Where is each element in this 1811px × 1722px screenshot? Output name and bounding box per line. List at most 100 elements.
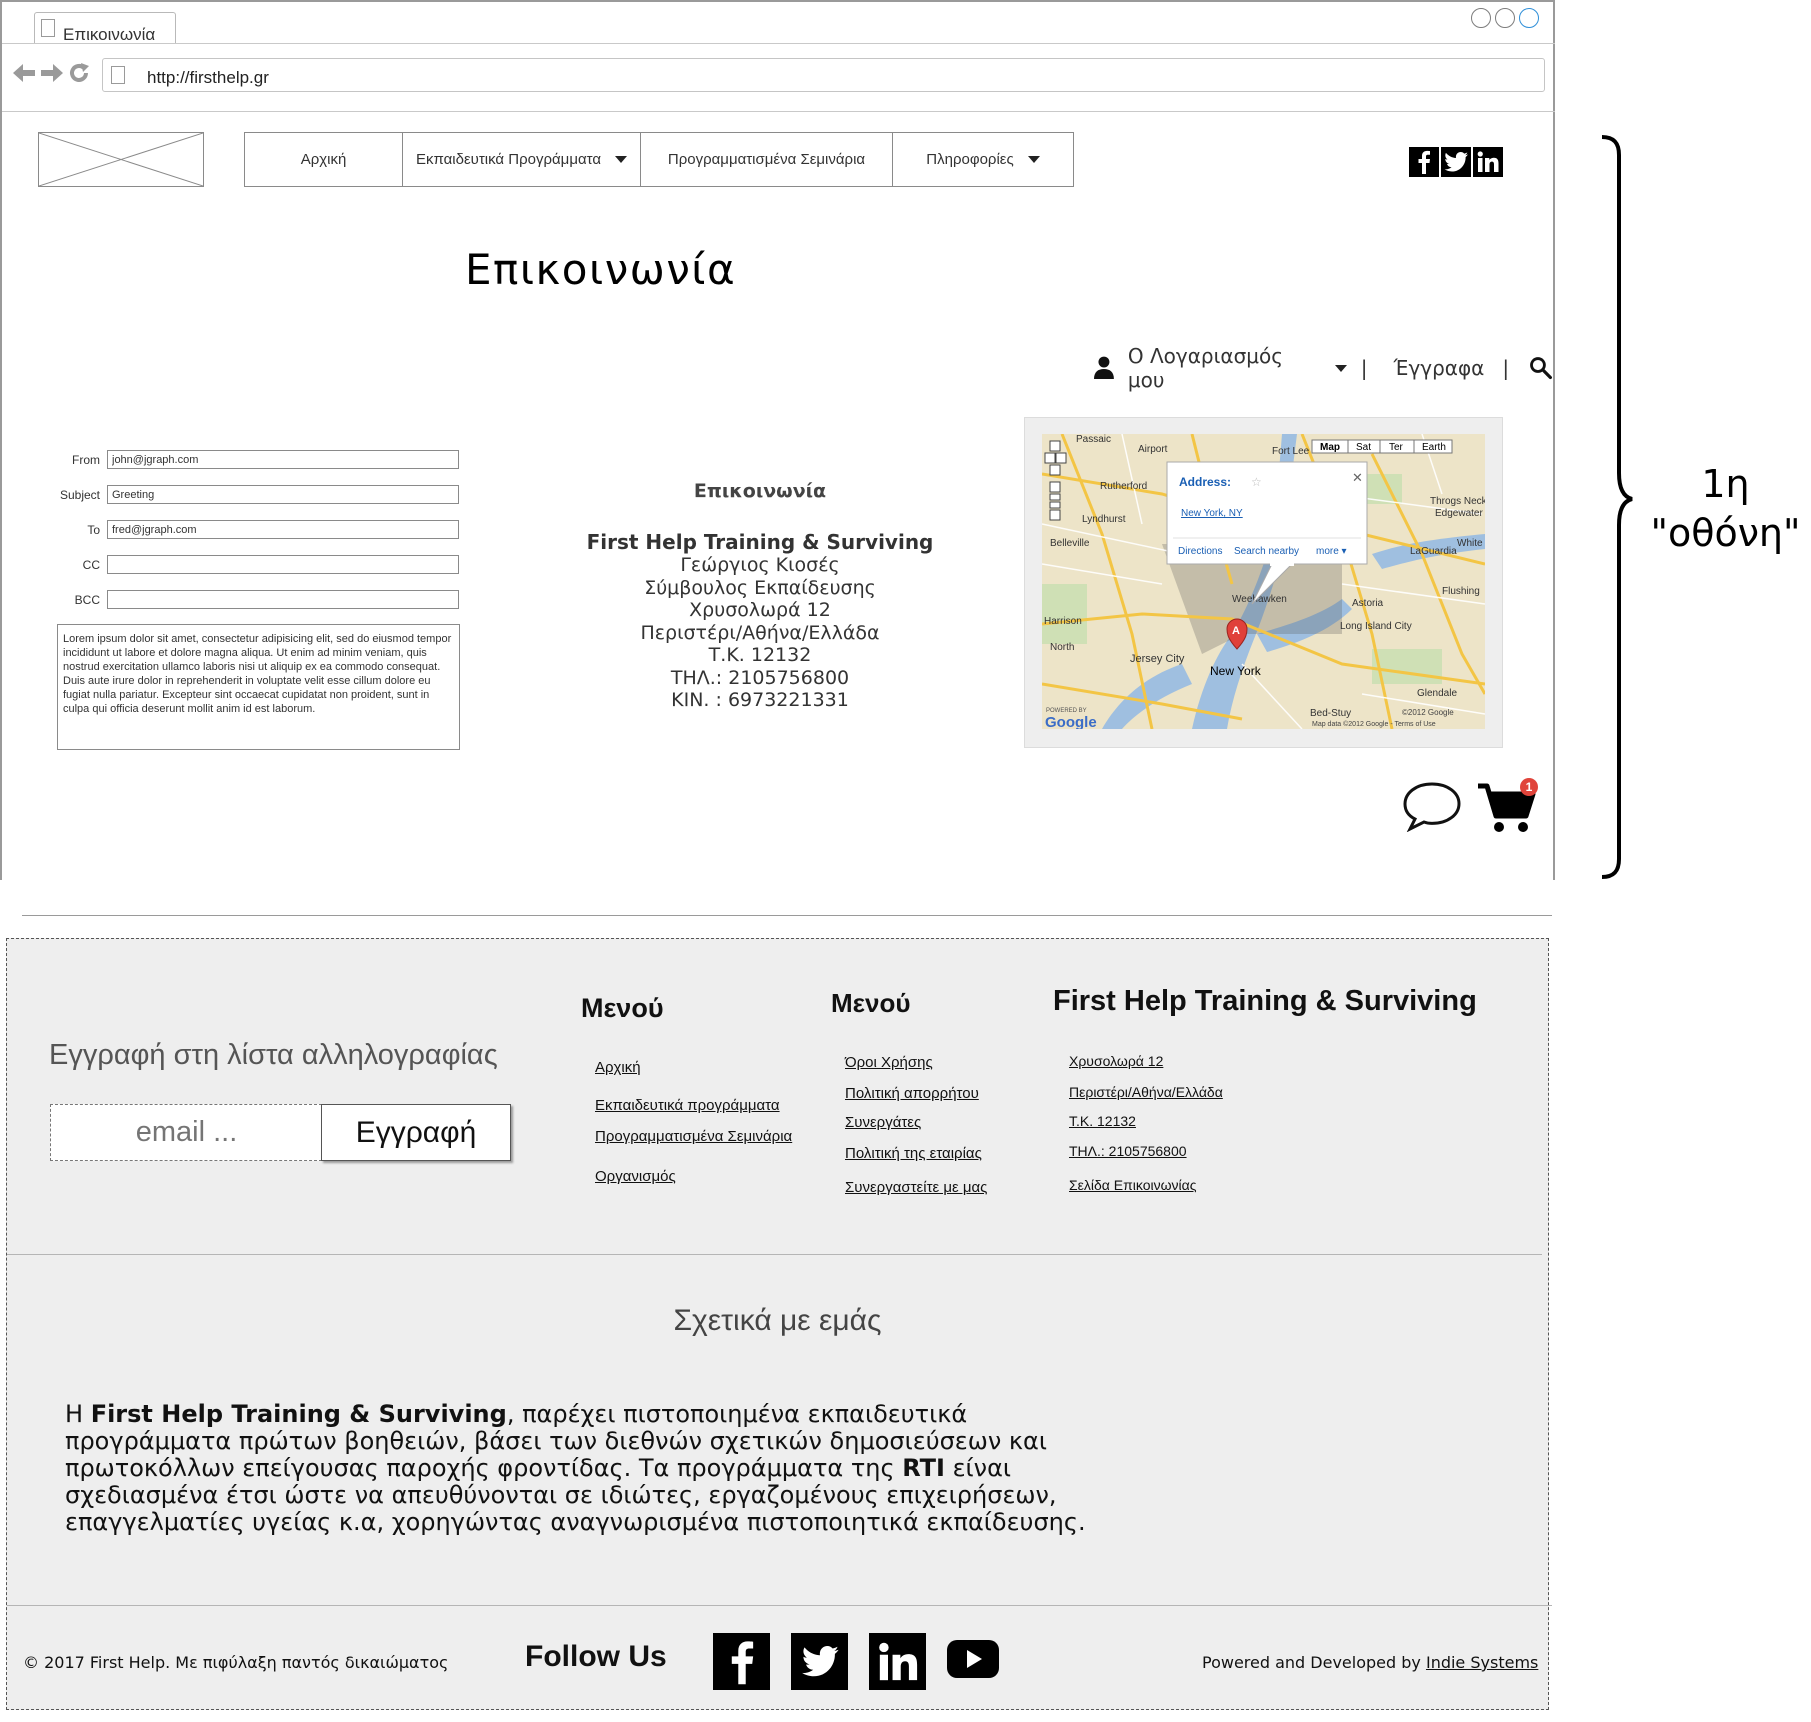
footer-link-contact-page[interactable]: Σελίδα Επικοινωνίας	[1069, 1177, 1197, 1193]
image-placeholder-icon	[38, 132, 204, 187]
map-popup-link[interactable]: New York, NY	[1181, 508, 1243, 519]
map-canvas: Map Sat Ter Earth Passaic Airport Fort L…	[1042, 434, 1485, 729]
nav-item-home[interactable]: Αρχική	[245, 133, 403, 186]
forward-arrow-icon[interactable]	[40, 62, 64, 84]
map-label: LaGuardia	[1410, 546, 1457, 557]
subject-label: Subject	[59, 487, 100, 502]
footer-link-terms[interactable]: Όροι Χρήσης	[845, 1054, 933, 1071]
map-more-link[interactable]: more ▾	[1316, 546, 1347, 557]
cart-button[interactable]: 1	[1476, 778, 1538, 841]
map-label: Edgewater	[1435, 508, 1483, 519]
footer-link-partners[interactable]: Συνεργάτες	[845, 1114, 921, 1131]
map-marker[interactable]: A	[1232, 625, 1240, 637]
back-arrow-icon[interactable]	[12, 62, 36, 84]
message-textarea[interactable]: Lorem ipsum dolor sit amet, consectetur …	[57, 624, 460, 750]
map-label: North	[1050, 642, 1074, 653]
contact-company: First Help Training & Surviving	[586, 530, 934, 554]
nav-item-label: Πληροφορίες	[926, 151, 1014, 168]
to-field[interactable]	[107, 520, 459, 539]
subject-field[interactable]	[107, 485, 459, 504]
page-title: Επικοινωνία	[465, 245, 737, 294]
footer-link-postcode[interactable]: Τ.Κ. 12132	[1069, 1113, 1136, 1129]
nav-item-seminars[interactable]: Προγραμματισμένα Σεμινάρια	[641, 133, 893, 186]
map-label: Rutherford	[1100, 481, 1147, 492]
map-directions-link[interactable]: Directions	[1178, 546, 1222, 557]
contact-info: Επικοινωνία First Help Training & Surviv…	[552, 480, 968, 712]
footer-link-privacy[interactable]: Πολιτική απορρήτου	[845, 1085, 979, 1102]
map-type-earth[interactable]: Earth	[1422, 442, 1446, 453]
screen-annotation: 1η "οθόνη"	[1640, 460, 1811, 558]
contact-heading: Επικοινωνία	[693, 480, 827, 502]
subscribe-button[interactable]: Εγγραφή	[321, 1104, 511, 1161]
documents-link[interactable]: Έγγραφα	[1394, 356, 1485, 380]
footer-link-home[interactable]: Αρχική	[595, 1059, 641, 1076]
footer-link-phone[interactable]: ΤΗΛ.: 2105756800	[1069, 1143, 1187, 1159]
bcc-field[interactable]	[107, 590, 459, 609]
about-rti: RTI	[902, 1454, 945, 1482]
google-map[interactable]: Map Sat Ter Earth Passaic Airport Fort L…	[1042, 434, 1485, 729]
chat-bubble-icon[interactable]	[1402, 780, 1462, 832]
footer-link-seminars[interactable]: Προγραμματισμένα Σεμινάρια	[595, 1128, 792, 1145]
footer-link-address[interactable]: Χρυσολωρά 12	[1069, 1053, 1163, 1069]
contact-line: Χρυσολωρά 12	[689, 599, 831, 621]
popup-close-icon[interactable]: ✕	[1352, 470, 1363, 485]
maximize-button[interactable]	[1495, 8, 1515, 28]
nav-item-programs[interactable]: Εκπαιδευτικά Προγράμματα	[403, 133, 641, 186]
indie-systems-link[interactable]: Indie Systems	[1426, 1653, 1538, 1672]
form-row: To	[10, 520, 459, 539]
close-button[interactable]	[1519, 8, 1539, 28]
form-row: CC	[10, 555, 459, 574]
star-icon[interactable]: ☆	[1251, 475, 1262, 489]
footer-link-city[interactable]: Περιστέρι/Αθήνα/Ελλάδα	[1069, 1084, 1223, 1100]
footer-link-work-with-us[interactable]: Συνεργαστείτε με μας	[845, 1179, 987, 1196]
footer-link-programs[interactable]: Εκπαιδευτικά προγράμματα	[595, 1097, 780, 1114]
search-icon[interactable]	[1529, 356, 1553, 380]
linkedin-icon[interactable]	[1473, 147, 1503, 177]
map-label: Glendale	[1417, 688, 1457, 699]
account-bar: Ο Λογαριασμός μου | Έγγραφα |	[1094, 344, 1553, 392]
mailing-list-title: Εγγραφή στη λίστα αλληλογραφίας	[49, 1039, 498, 1071]
youtube-icon[interactable]	[947, 1640, 999, 1683]
logo-placeholder[interactable]	[38, 132, 204, 187]
map-type-sat[interactable]: Sat	[1356, 442, 1371, 453]
footer-social-icons	[713, 1633, 999, 1690]
to-label: To	[87, 522, 100, 537]
facebook-icon[interactable]	[713, 1633, 770, 1690]
cc-field[interactable]	[107, 555, 459, 574]
map-type-map[interactable]: Map	[1320, 442, 1340, 453]
twitter-icon[interactable]	[791, 1633, 848, 1690]
curly-brace-icon	[1601, 135, 1633, 879]
window-controls	[1471, 8, 1539, 28]
contact-line: Σύμβουλος Εκπαίδευσης	[644, 576, 876, 599]
user-icon[interactable]	[1094, 356, 1114, 380]
minimize-button[interactable]	[1471, 8, 1491, 28]
account-menu[interactable]: Ο Λογαριασμός μου	[1128, 344, 1325, 392]
map-data-credit: Map data ©2012 Google - Terms of Use	[1312, 720, 1436, 728]
annotation-line: 1η	[1701, 462, 1750, 506]
footer-link-company-policy[interactable]: Πολιτική της εταιρίας	[845, 1145, 982, 1162]
form-row: From	[10, 450, 459, 469]
footer-rule	[7, 1254, 1542, 1255]
address-bar[interactable]: http://firsthelp.gr	[102, 58, 1545, 92]
map-label: Passaic	[1076, 434, 1111, 445]
facebook-icon[interactable]	[1409, 147, 1439, 177]
nav-item-label: Εκπαιδευτικά Προγράμματα	[415, 151, 602, 168]
contact-line: Περιστέρι/Αθήνα/Ελλάδα	[640, 621, 880, 644]
footer-rule	[7, 1605, 1552, 1606]
reload-icon[interactable]	[68, 62, 90, 84]
copyright: © 2017 First Help. Με πιφύλαξη παντός δι…	[23, 1653, 449, 1672]
caret-down-icon[interactable]	[1334, 364, 1347, 372]
map-type-ter[interactable]: Ter	[1389, 442, 1404, 453]
about-text: Η First Help Training & Surviving, παρέχ…	[65, 1401, 1125, 1536]
from-label: From	[72, 452, 100, 467]
footer-menu-title: Μενού	[581, 993, 664, 1023]
nav-item-info[interactable]: Πληροφορίες	[893, 133, 1073, 186]
browser-tab[interactable]: Επικοινωνία	[34, 12, 176, 44]
from-field[interactable]	[107, 450, 459, 469]
browser-window: Επικοινωνία http://firsthelp.gr Αρχική Ε…	[0, 0, 1555, 880]
map-search-nearby-link[interactable]: Search nearby	[1234, 546, 1299, 557]
footer-link-organization[interactable]: Οργανισμός	[595, 1168, 676, 1185]
newsletter-email-input[interactable]	[50, 1104, 322, 1161]
twitter-icon[interactable]	[1441, 147, 1471, 177]
linkedin-icon[interactable]	[869, 1633, 926, 1690]
